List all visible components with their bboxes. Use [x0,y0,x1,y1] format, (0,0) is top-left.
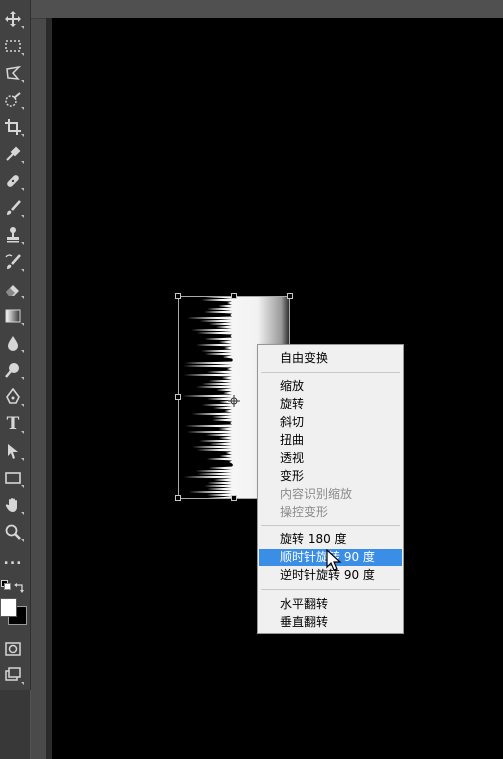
reference-point-icon[interactable] [228,392,240,407]
more-tools-label: ... [3,552,23,568]
panel-gap [0,690,30,759]
brush-tool-icon[interactable] [2,197,24,219]
document-tab-bar [31,0,503,19]
transform-context-menu: 自由变换 缩放 旋转 斜切 扭曲 透视 变形 内容识别缩放 操控变形 旋转 18… [257,344,404,634]
menu-separator [261,589,400,590]
swap-colors-icon[interactable] [14,578,26,593]
transform-handle-top-right[interactable] [287,293,293,299]
eraser-tool-icon[interactable] [2,278,24,300]
menu-item-perspective[interactable]: 透视 [259,450,402,467]
mouse-pointer-icon [326,548,342,573]
foreground-color-swatch[interactable] [0,598,17,617]
history-brush-tool-icon[interactable] [2,251,24,273]
menu-separator [261,372,400,373]
menu-item-distort[interactable]: 扭曲 [259,432,402,449]
lasso-tool-icon[interactable] [2,62,24,84]
menu-item-puppet-warp: 操控变形 [280,505,329,519]
menu-item-rotate-180[interactable]: 旋转 180 度 [259,531,402,548]
menu-item-skew[interactable]: 斜切 [259,414,402,431]
default-colors-icon[interactable] [1,580,11,590]
pen-tool-icon[interactable] [2,386,24,408]
hand-tool-icon[interactable] [2,494,24,516]
rectangle-tool-icon[interactable] [2,467,24,489]
gradient-tool-icon[interactable] [2,305,24,327]
transform-handle-middle-left[interactable] [175,394,181,400]
screen-mode-icon[interactable] [2,664,24,686]
transform-handle-top-left[interactable] [175,293,181,299]
blur-tool-icon[interactable] [2,332,24,354]
tools-panel: T ... [0,0,31,690]
quick-mask-icon[interactable] [2,638,24,660]
clone-stamp-tool-icon[interactable] [2,224,24,246]
type-tool-icon[interactable]: T [2,413,24,435]
type-tool-label: T [6,414,20,434]
dodge-tool-icon[interactable] [2,359,24,381]
menu-item-warp[interactable]: 变形 [259,468,402,485]
path-selection-tool-icon[interactable] [2,440,24,462]
transform-handle-top-center[interactable] [231,293,237,299]
healing-brush-tool-icon[interactable] [2,170,24,192]
menu-item-flip-vertical[interactable]: 垂直翻转 [259,614,402,631]
eyedropper-tool-icon[interactable] [2,143,24,165]
more-tools-icon[interactable]: ... [2,549,24,571]
menu-item-rotate[interactable]: 旋转 [259,396,402,413]
move-tool-icon[interactable] [2,8,24,30]
menu-item-flip-horizontal[interactable]: 水平翻转 [259,596,402,613]
menu-item-content-aware-scale: 内容识别缩放 [280,487,353,501]
transform-handle-bottom-center[interactable] [231,495,237,501]
marquee-tool-icon[interactable] [2,35,24,57]
menu-item-scale[interactable]: 缩放 [259,378,402,395]
menu-separator [261,525,400,526]
zoom-tool-icon[interactable] [2,521,24,543]
transform-handle-bottom-left[interactable] [175,495,181,501]
crop-tool-icon[interactable] [2,116,24,138]
menu-item-free-transform[interactable]: 自由变换 [259,350,402,367]
quick-selection-tool-icon[interactable] [2,89,24,111]
